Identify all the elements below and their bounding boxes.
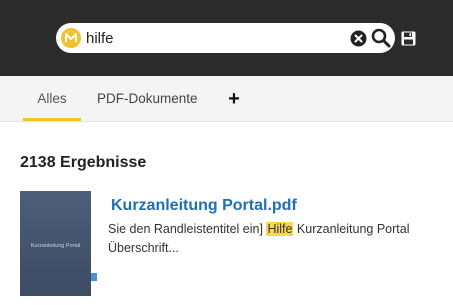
search-input[interactable] [86, 27, 341, 49]
thumbnail-text: Kurzanleitung Portal [30, 243, 81, 249]
document-thumbnail[interactable]: Kurzanleitung Portal [20, 191, 91, 296]
result-snippet: Sie den Randleistentitel ein] Hilfe Kurz… [108, 220, 448, 258]
add-tab-button[interactable]: + [227, 76, 241, 121]
search-icon[interactable] [371, 28, 391, 48]
save-icon[interactable] [401, 31, 416, 46]
thumbnail-accent [91, 273, 97, 281]
snippet-highlight: Hilfe [266, 222, 294, 236]
tab-pdf-label: PDF-Dokumente [97, 91, 198, 106]
clear-icon[interactable] [350, 30, 367, 47]
logo-icon [61, 28, 81, 48]
tab-all[interactable]: Alles [23, 76, 81, 121]
page: Alles PDF-Dokumente + 2138 Ergebnisse Ku… [0, 0, 453, 305]
result-title-link[interactable]: Kurzanleitung Portal.pdf [111, 197, 297, 215]
result-item: Kurzanleitung Portal Kurzanleitung Porta… [20, 191, 453, 305]
results-count: 2138 Ergebnisse [20, 154, 147, 171]
tab-all-label: Alles [37, 91, 67, 106]
plus-icon: + [228, 87, 240, 110]
snippet-before: Sie den Randleistentitel ein] [108, 222, 267, 236]
search-box[interactable] [56, 23, 395, 53]
tab-bar: Alles PDF-Dokumente + [0, 76, 453, 122]
header [0, 0, 453, 76]
tab-pdf-documents[interactable]: PDF-Dokumente [97, 76, 198, 121]
